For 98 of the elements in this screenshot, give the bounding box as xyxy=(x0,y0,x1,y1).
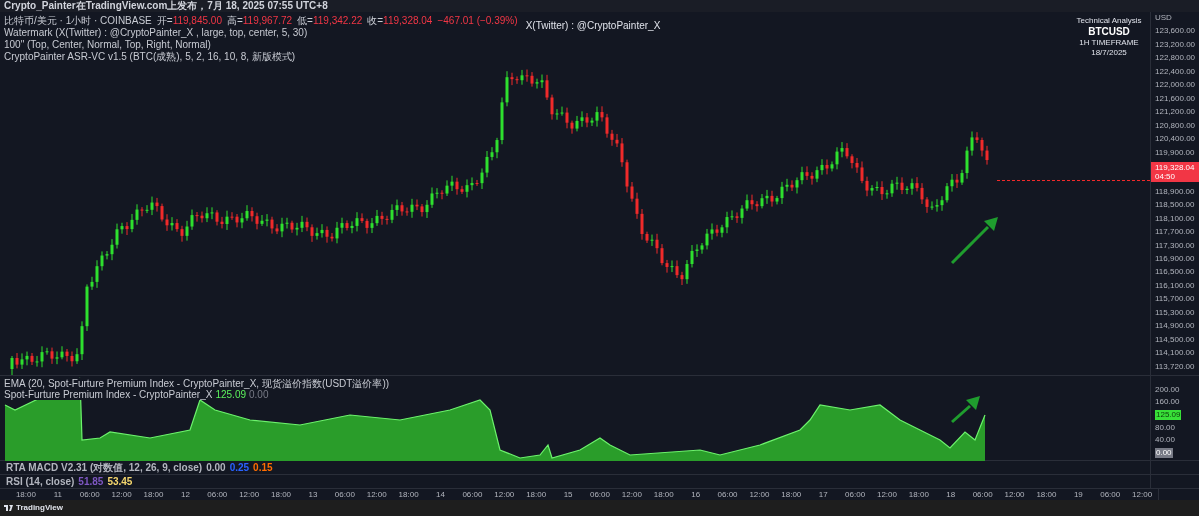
arrow-icon xyxy=(950,396,980,424)
time-tick: 12:00 xyxy=(1004,490,1025,499)
time-tick: 12:00 xyxy=(111,490,132,499)
time-tick: 18:00 xyxy=(1036,490,1057,499)
price-tick: 115,700.00 xyxy=(1155,295,1196,304)
time-tick: 06:00 xyxy=(334,490,355,499)
time-tick: 12:00 xyxy=(1132,490,1153,499)
time-tick: 18:00 xyxy=(143,490,164,499)
indicator-value: 125.09 xyxy=(215,389,246,400)
indicator-legend: Watermark (X(Twitter) : @CryptoPainter_X , large, top, center, 5, 30) xyxy=(4,27,518,38)
info-title: Technical Analysis xyxy=(1076,17,1142,25)
price-tick: 123,600.00 xyxy=(1155,27,1197,36)
time-tick: 15 xyxy=(563,490,573,499)
price-tick: 116,500.00 xyxy=(1155,268,1196,277)
price-tick: 116,900.00 xyxy=(1155,254,1196,263)
header-text: Crypto_Painter在TradingView.com上发布，7月 18, 2025 07:55 UTC+8 xyxy=(4,1,328,11)
time-tick: 06:00 xyxy=(972,490,993,499)
time-tick: 18 xyxy=(946,490,956,499)
indicator-value: 0.25 xyxy=(229,462,250,473)
price-tick: 120,400.00 xyxy=(1155,135,1197,144)
info-symbol: BTCUSD xyxy=(1088,27,1130,37)
price-tick: 123,200.00 xyxy=(1155,40,1197,49)
time-tick: 18:00 xyxy=(271,490,292,499)
time-tick: 12:00 xyxy=(494,490,515,499)
value-tick: 40.00 xyxy=(1155,436,1177,444)
indicator-value: 0.15 xyxy=(253,462,273,473)
time-tick: 14 xyxy=(436,490,445,499)
time-tick: 06:00 xyxy=(717,490,738,499)
price-tick: 116,100.00 xyxy=(1155,281,1196,290)
price-tick: 122,000.00 xyxy=(1155,81,1197,90)
value-tick: 200.00 xyxy=(1155,386,1181,394)
time-tick: 18:00 xyxy=(398,490,419,499)
time-tick: 12 xyxy=(180,490,190,499)
time-tick: 12:00 xyxy=(749,490,770,499)
time-tick: 06:00 xyxy=(462,490,483,499)
indicator-name: Spot-Furture Premium Index - CryptoPainter_X xyxy=(4,389,213,400)
currency-label: USD xyxy=(1155,14,1173,22)
price-tick: 117,700.00 xyxy=(1155,228,1196,237)
time-tick: 06:00 xyxy=(589,490,610,499)
change-value: −467.01 (−0.39%) xyxy=(437,15,518,26)
price-tick: 119,900.00 xyxy=(1155,148,1196,157)
ohlc-value: 收=119,328.04 xyxy=(367,15,433,26)
info-timeframe: 1H TIMEFRAME xyxy=(1079,39,1139,47)
indicator-name: RSI (14, close) xyxy=(6,476,75,487)
arrow-icon xyxy=(950,217,998,265)
price-tick: 118,500.00 xyxy=(1155,201,1196,210)
indicator-value: 0.00 xyxy=(206,462,226,473)
time-tick: 18:00 xyxy=(653,490,674,499)
time-tick: 12:00 xyxy=(366,490,387,499)
price-tick: 113,720.00 xyxy=(1155,362,1196,371)
zero-badge: 0.00 xyxy=(1155,448,1173,458)
indicator-legend: 100" (Top, Center, Normal, Top, Right, Normal) xyxy=(4,39,518,50)
value-tick: 80.00 xyxy=(1155,424,1177,432)
price-tick: 114,500.00 xyxy=(1155,335,1196,344)
info-date: 18/7/2025 xyxy=(1091,49,1127,57)
price-tick: 115,300.00 xyxy=(1155,308,1196,317)
time-tick: 12:00 xyxy=(621,490,642,499)
logo-icon xyxy=(4,505,14,511)
price-tick: 118,100.00 xyxy=(1155,214,1196,223)
time-tick: 06:00 xyxy=(845,490,866,499)
value-tick: 160.00 xyxy=(1155,398,1181,406)
price-tick: 121,200.00 xyxy=(1155,108,1197,117)
brand-name: TradingView xyxy=(16,502,63,514)
price-tick: 121,600.00 xyxy=(1155,94,1197,103)
ema-legend: EMA (20, Spot-Furture Premium Index - CryptoPainter_X, 现货溢价指数(USDT溢价率)) xyxy=(4,378,390,389)
time-tick: 19 xyxy=(1073,490,1083,499)
price-tick: 122,400.00 xyxy=(1155,67,1197,76)
indicator-value: 0.00 xyxy=(249,389,269,400)
indicator-value: 53.45 xyxy=(107,476,133,487)
last-price-badge: 119,328.04 04:50 xyxy=(1151,162,1199,183)
time-tick: 06:00 xyxy=(1100,490,1121,499)
indicator-legend: CryptoPainter ASR-VC v1.5 (BTC(成熟), 5, 2, 16, 10, 8, 新版模式) xyxy=(4,51,518,62)
time-tick: 18:00 xyxy=(15,490,36,499)
indicator-value: 51.85 xyxy=(78,476,104,487)
price-tick: 117,300.00 xyxy=(1155,241,1196,250)
time-tick: 12:00 xyxy=(239,490,260,499)
value-badge: 125.09 xyxy=(1155,410,1182,420)
time-tick: 11 xyxy=(53,490,62,499)
price-tick: 114,100.00 xyxy=(1155,349,1196,358)
ohlc-value: 高=119,967.72 xyxy=(226,15,293,26)
ohlc-value: 开=119,845.00 xyxy=(156,15,222,26)
indicator-name: RTA MACD V2.31 (对数值, 12, 26, 9, close) xyxy=(6,462,203,473)
time-tick: 18:00 xyxy=(781,490,802,499)
watermark-text: X(Twitter) : @CryptoPainter_X xyxy=(525,19,661,33)
time-tick: 06:00 xyxy=(79,490,100,499)
price-tick: 120,800.00 xyxy=(1155,121,1197,130)
time-tick: 18:00 xyxy=(908,490,929,499)
time-tick: 12:00 xyxy=(876,490,897,499)
time-tick: 18:00 xyxy=(526,490,547,499)
time-tick: 13 xyxy=(308,490,318,499)
time-tick: 06:00 xyxy=(207,490,228,499)
time-tick: 17 xyxy=(818,490,828,499)
price-tick: 122,800.00 xyxy=(1155,54,1197,63)
time-tick: 16 xyxy=(691,490,701,499)
ohlc-value: 低=119,342.22 xyxy=(297,15,363,26)
symbol-label: 比特币/美元 · 1小时 · COINBASE xyxy=(4,15,152,26)
price-tick: 118,900.00 xyxy=(1155,187,1196,196)
price-tick: 114,900.00 xyxy=(1155,322,1196,331)
